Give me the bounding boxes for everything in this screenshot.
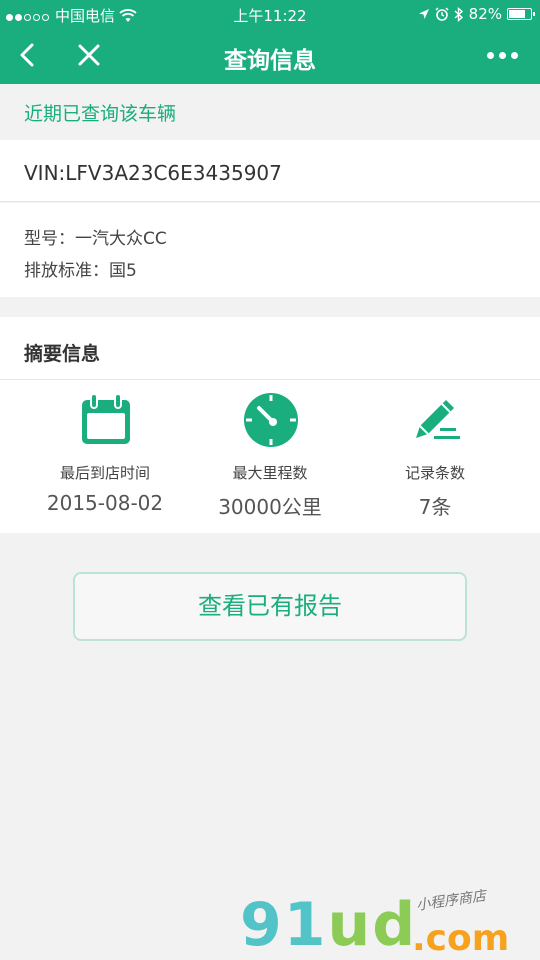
vehicle-model: 型号：一汽大众CC <box>24 229 167 249</box>
summary-stats: 最后到店时间 2015-08-02 最大里程数 30000公里 记录条数 7条 <box>0 380 540 533</box>
battery-fill <box>509 10 526 18</box>
battery-percent: 82% <box>468 5 502 23</box>
bluetooth-icon <box>454 6 463 22</box>
watermark-tagline: 小程序商店 <box>415 888 487 914</box>
page-title: 查询信息 <box>224 48 316 74</box>
watermark-part2: ud <box>327 890 418 960</box>
alarm-icon <box>435 7 449 21</box>
emission-standard: 排放标准：国5 <box>24 261 137 281</box>
view-report-button[interactable]: 查看已有报告 <box>73 572 467 641</box>
summary-heading: 摘要信息 <box>0 317 540 380</box>
battery-icon <box>507 8 535 20</box>
stat-record-count: 记录条数 7条 <box>345 380 525 533</box>
stat-value: 30000公里 <box>218 495 322 519</box>
stat-label: 最后到店时间 <box>59 464 150 482</box>
stat-value: 2015-08-02 <box>46 491 164 515</box>
vin-text: VIN:LFV3A23C6E3435907 <box>24 161 282 185</box>
location-icon <box>418 9 429 19</box>
pencil-icon <box>416 400 460 439</box>
more-options-icon[interactable] <box>487 52 518 59</box>
stat-last-visit: 最后到店时间 2015-08-02 <box>15 380 195 533</box>
stat-value: 7条 <box>418 495 452 519</box>
status-right: 82% <box>418 5 535 23</box>
speedometer-icon <box>244 393 298 447</box>
stat-label: 最大里程数 <box>232 464 308 482</box>
vin-row: VIN:LFV3A23C6E3435907 <box>0 140 540 202</box>
site-watermark: 91ud 小程序商店 .com <box>240 880 540 960</box>
recent-query-notice: 近期已查询该车辆 <box>0 84 540 140</box>
nav-bar: 查询信息 <box>0 28 540 84</box>
stat-max-mileage: 最大里程数 30000公里 <box>180 380 360 533</box>
vehicle-details: 型号：一汽大众CC 排放标准：国5 <box>0 203 540 297</box>
status-bar: 中国电信 上午11:22 82% <box>0 0 540 28</box>
calendar-icon <box>82 393 130 444</box>
stat-label: 记录条数 <box>404 464 465 482</box>
watermark-suffix: .com <box>412 918 510 959</box>
watermark-logo: 91ud <box>240 890 417 960</box>
watermark-part1: 91 <box>240 890 328 960</box>
